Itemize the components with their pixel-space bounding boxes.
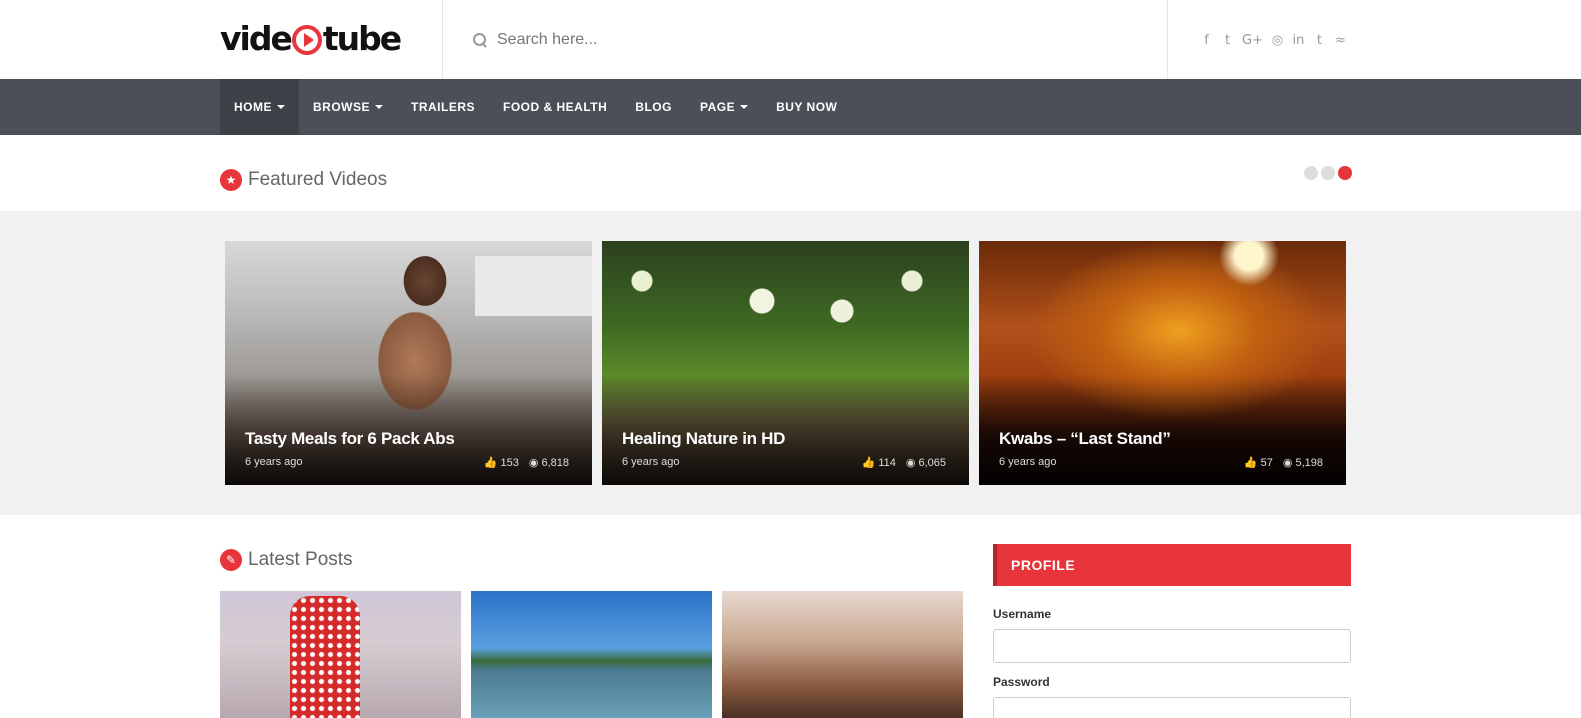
linkedin-icon[interactable]: in [1292,33,1305,48]
nav-item-browse[interactable]: BROWSE [299,79,397,135]
site-header: vide tube f t G+ ◎ in t ≈ [0,0,1581,79]
password-label: Password [993,675,1050,689]
profile-heading: PROFILE [993,544,1351,586]
video-title[interactable]: Kwabs – “Last Stand” [999,429,1171,449]
google-plus-icon[interactable]: G+ [1242,33,1263,48]
nav-item-blog[interactable]: BLOG [621,79,686,135]
thumbs-up-icon: 👍 [483,456,498,469]
video-date: 6 years ago [622,456,680,468]
thumbs-up-icon: 👍 [1243,456,1258,469]
nav-item-page[interactable]: PAGE [686,79,762,135]
thumbs-up-icon: 👍 [861,456,876,469]
video-date: 6 years ago [245,456,303,468]
password-field[interactable] [993,697,1351,718]
like-count: 153 [500,457,519,469]
play-icon [291,25,322,55]
slider-dot-2[interactable] [1321,166,1335,180]
slider-dots [1304,166,1352,180]
post-thumbnail[interactable] [220,591,461,718]
nav-item-buy-now[interactable]: BUY NOW [762,79,851,135]
tumblr-icon[interactable]: t [1313,33,1326,48]
like-count: 57 [1260,457,1273,469]
video-date: 6 years ago [999,456,1057,468]
caret-down-icon [277,105,285,109]
site-logo[interactable]: vide tube [220,18,402,58]
featured-card[interactable]: Kwabs – “Last Stand” 6 years ago 👍 57 ◉ 5,… [979,241,1346,485]
caret-down-icon [375,105,383,109]
latest-heading: ✎ Latest Posts [220,549,353,571]
social-links: f t G+ ◎ in t ≈ [1200,30,1347,50]
view-count: 6,065 [918,457,946,469]
twitter-icon[interactable]: t [1221,33,1234,48]
search-bar [443,0,1167,79]
post-thumbnail[interactable] [471,591,712,718]
logo-text-right: tube [322,18,402,58]
like-count: 114 [878,457,896,469]
featured-card[interactable]: Healing Nature in HD 6 years ago 👍 114 ◉ 6… [602,241,969,485]
featured-heading: ★ Featured Videos [220,169,387,191]
video-stats: 👍 114 ◉ 6,065 [862,456,946,469]
featured-title: Featured Videos [248,169,388,190]
view-count: 5,198 [1295,457,1323,469]
nav-item-home[interactable]: HOME [220,79,299,135]
search-icon[interactable] [473,32,487,47]
eye-icon: ◉ [1282,456,1293,469]
instagram-icon[interactable]: ◎ [1271,33,1284,48]
view-count: 6,818 [541,457,569,469]
nav-item-trailers[interactable]: TRAILERS [397,79,489,135]
latest-title: Latest Posts [248,549,353,570]
logo-text-left: vide [220,18,293,58]
username-label: Username [993,607,1052,621]
slider-dot-3[interactable] [1338,166,1352,180]
username-field[interactable] [993,629,1351,663]
nav-item-food-health[interactable]: FOOD & HEALTH [489,79,621,135]
video-stats: 👍 153 ◉ 6,818 [484,456,569,469]
video-stats: 👍 57 ◉ 5,198 [1244,456,1323,469]
pencil-icon: ✎ [220,549,242,571]
rss-icon[interactable]: ≈ [1334,33,1347,48]
header-divider [1167,0,1168,79]
video-title[interactable]: Healing Nature in HD [622,429,785,449]
search-input[interactable] [497,30,1097,49]
eye-icon: ◉ [905,456,916,469]
eye-icon: ◉ [528,456,539,469]
slider-dot-1[interactable] [1304,166,1318,180]
video-title[interactable]: Tasty Meals for 6 Pack Abs [245,429,455,449]
featured-card[interactable]: Tasty Meals for 6 Pack Abs 6 years ago 👍… [225,241,592,485]
post-thumbnail[interactable] [722,591,963,718]
facebook-icon[interactable]: f [1200,33,1213,48]
main-nav: HOME BROWSE TRAILERS FOOD & HEALTH BLOG … [0,79,1581,135]
caret-down-icon [740,105,749,109]
star-icon: ★ [220,169,242,191]
